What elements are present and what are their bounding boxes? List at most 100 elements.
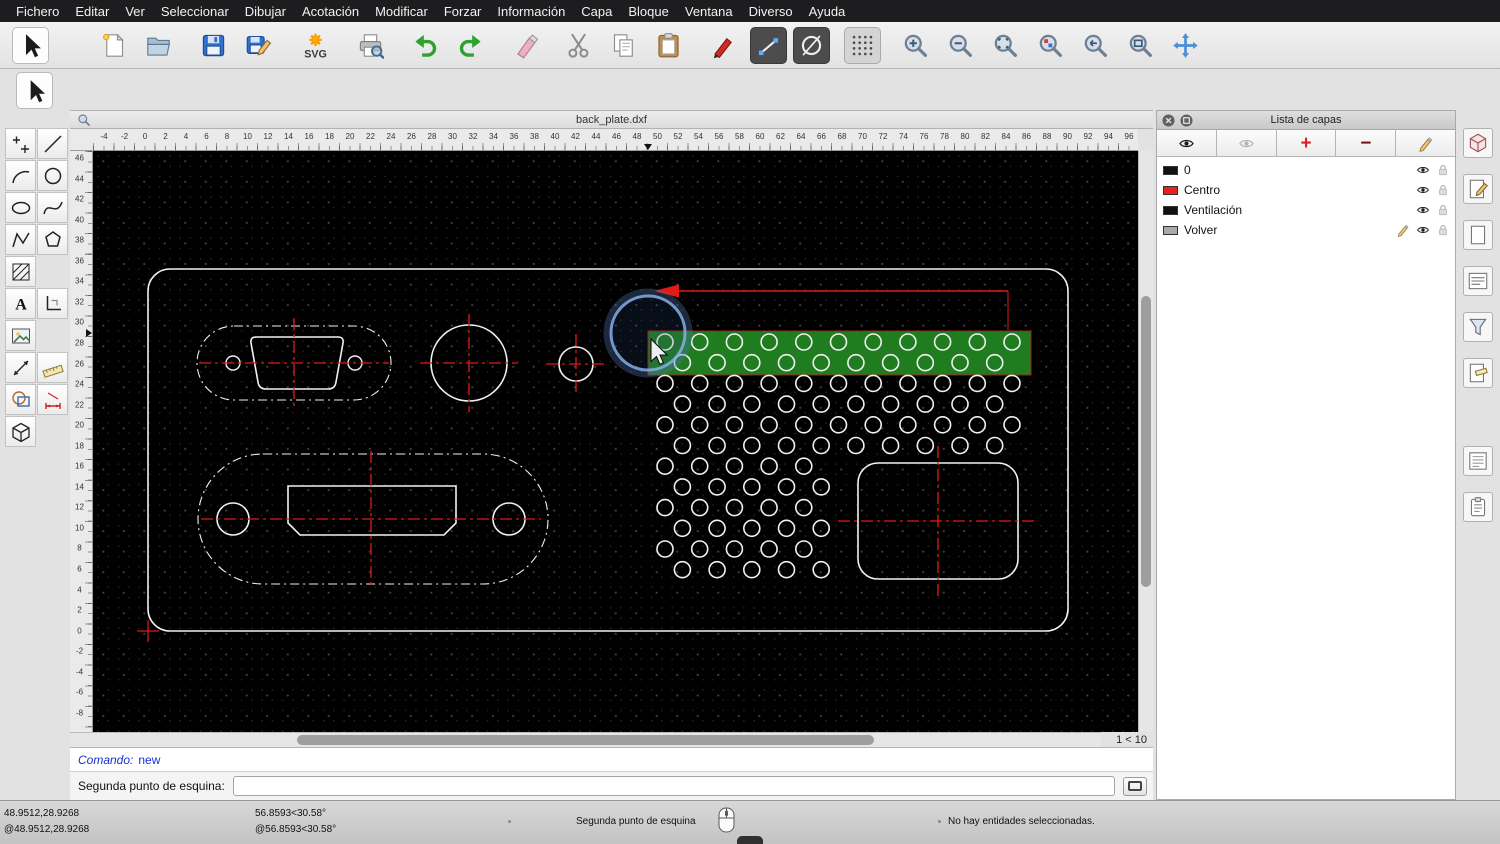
redo-button[interactable] (452, 27, 489, 64)
layer-edit-pencil-icon[interactable] (1396, 223, 1410, 237)
zoom-previous-button[interactable] (1077, 27, 1114, 64)
layer-visibility-eye-icon[interactable] (1416, 163, 1430, 177)
remove-layer-button[interactable]: − (1336, 130, 1397, 156)
menubar: Fichero Editar Ver Seleccionar Dibujar Acotac… (0, 0, 1500, 22)
edit-layer-button[interactable] (1396, 130, 1455, 156)
show-all-layers-button[interactable] (1157, 130, 1217, 156)
layer-lock-icon[interactable] (1436, 163, 1450, 177)
menu-item-capa[interactable]: Capa (573, 4, 620, 19)
image-tool[interactable] (5, 320, 36, 351)
dimension-tool[interactable] (5, 352, 36, 383)
isocube-tool[interactable] (5, 416, 36, 447)
hruler-label: 62 (776, 132, 785, 141)
menu-item-ventana[interactable]: Ventana (677, 4, 741, 19)
horizontal-scrollbar-thumb[interactable] (296, 735, 875, 745)
dock-pagepencil-button[interactable] (1463, 174, 1493, 204)
grid-toggle-button[interactable] (844, 26, 881, 64)
menu-item-informacin[interactable]: Información (489, 4, 573, 19)
modify-tool[interactable] (5, 384, 36, 415)
new-file-button[interactable] (95, 27, 132, 64)
open-file-button[interactable] (140, 27, 177, 64)
copy-button[interactable] (605, 27, 642, 64)
circle-tool-button[interactable] (793, 26, 830, 64)
spline-tool[interactable] (37, 192, 68, 223)
circle-tool[interactable] (37, 160, 68, 191)
zoom-out-button[interactable] (942, 27, 979, 64)
polygon-tool[interactable] (37, 224, 68, 255)
hruler-label: 16 (304, 132, 314, 141)
select-pointer-button[interactable] (12, 26, 49, 64)
ellipse-tool[interactable] (5, 192, 36, 223)
dock-funnel-button[interactable] (1463, 312, 1493, 342)
command-history: Comando: new (70, 747, 1153, 771)
vruler-label: 8 (77, 543, 82, 553)
hide-all-layers-button[interactable] (1216, 130, 1277, 156)
menu-item-bloque[interactable]: Bloque (620, 4, 676, 19)
dock-clipboard-button[interactable] (1463, 492, 1493, 522)
menu-item-acotacin[interactable]: Acotación (294, 4, 367, 19)
paste-button[interactable] (650, 27, 687, 64)
pen-button[interactable] (705, 27, 742, 64)
menu-item-dibujar[interactable]: Dibujar (237, 4, 294, 19)
layer-lock-icon[interactable] (1436, 203, 1450, 217)
zoom-in-button[interactable] (897, 27, 934, 64)
command-input[interactable] (232, 776, 1115, 796)
menu-item-modificar[interactable]: Modificar (367, 4, 436, 19)
menu-item-ver[interactable]: Ver (117, 4, 153, 19)
menu-item-fichero[interactable]: Fichero (8, 4, 67, 19)
layer-row-ventilacin[interactable]: Ventilación (1157, 200, 1455, 220)
layer-row-centro[interactable]: Centro (1157, 180, 1455, 200)
command-options-button[interactable] (1123, 776, 1147, 796)
zoom-pan-button[interactable] (1167, 27, 1204, 64)
layer-visibility-eye-icon[interactable] (1416, 183, 1430, 197)
zoom-auto-button[interactable] (987, 27, 1024, 64)
cad-canvas-svg (137, 268, 1069, 642)
menu-item-forzar[interactable]: Forzar (436, 4, 490, 19)
delete-button[interactable] (509, 27, 546, 64)
dock-pageruler-button[interactable] (1463, 358, 1493, 388)
layer-lock-icon[interactable] (1436, 223, 1450, 237)
line-tool-button[interactable] (750, 26, 787, 64)
zoom-window-button[interactable] (1122, 27, 1159, 64)
vertical-scrollbar-thumb[interactable] (1141, 296, 1151, 587)
dock-cube-button[interactable] (1463, 128, 1493, 158)
dock-page-button[interactable] (1463, 220, 1493, 250)
text-tool[interactable]: A (5, 288, 36, 319)
vertical-scrollbar[interactable] (1138, 151, 1153, 732)
panel-float-icon[interactable] (1180, 114, 1193, 127)
points-tool[interactable] (5, 128, 36, 159)
add-layer-button[interactable]: + (1276, 130, 1337, 156)
dock-list-button[interactable] (1463, 266, 1493, 296)
menu-item-seleccionar[interactable]: Seleccionar (153, 4, 237, 19)
menu-item-editar[interactable]: Editar (67, 4, 117, 19)
undo-button[interactable] (407, 27, 444, 64)
layer-lock-icon[interactable] (1436, 183, 1450, 197)
cad-canvas[interactable] (93, 151, 1138, 732)
dock-list2-button[interactable] (1463, 446, 1493, 476)
arc-tool[interactable] (5, 160, 36, 191)
layer-row-0[interactable]: 0 (1157, 160, 1455, 180)
measure-tool[interactable] (37, 352, 68, 383)
menu-item-ayuda[interactable]: Ayuda (801, 4, 854, 19)
zoom-redraw-button[interactable] (1032, 27, 1069, 64)
save-button[interactable] (195, 27, 232, 64)
layer-visibility-eye-icon[interactable] (1416, 223, 1430, 237)
hatch-tool[interactable] (5, 256, 36, 287)
horizontal-scrollbar[interactable] (70, 732, 1101, 747)
svg-export-button[interactable]: SVG (297, 27, 334, 64)
line-tool[interactable] (37, 128, 68, 159)
dimred-tool[interactable] (37, 384, 68, 415)
polyline-tool[interactable] (5, 224, 36, 255)
layer-row-volver[interactable]: Volver (1157, 220, 1455, 240)
select-arrow-button[interactable] (16, 72, 53, 109)
layer-visibility-eye-icon[interactable] (1416, 203, 1430, 217)
menu-item-diverso[interactable]: Diverso (741, 4, 801, 19)
corner-tool[interactable] (37, 288, 68, 319)
print-preview-button[interactable] (352, 27, 389, 64)
panel-close-icon[interactable] (1162, 114, 1175, 127)
hruler-label: 54 (694, 132, 703, 141)
save-as-button[interactable] (240, 27, 277, 64)
canvas-row: 46 44 42 40 38 36 34 32 30 28 26 24 22 20 18 16 14 12 10 8 6… (70, 151, 1153, 732)
vruler: 46 44 42 40 38 36 34 32 30 28 26 24 22 20 18 16 14 12 10 8 6… (70, 151, 93, 732)
cut-button[interactable] (560, 27, 597, 64)
